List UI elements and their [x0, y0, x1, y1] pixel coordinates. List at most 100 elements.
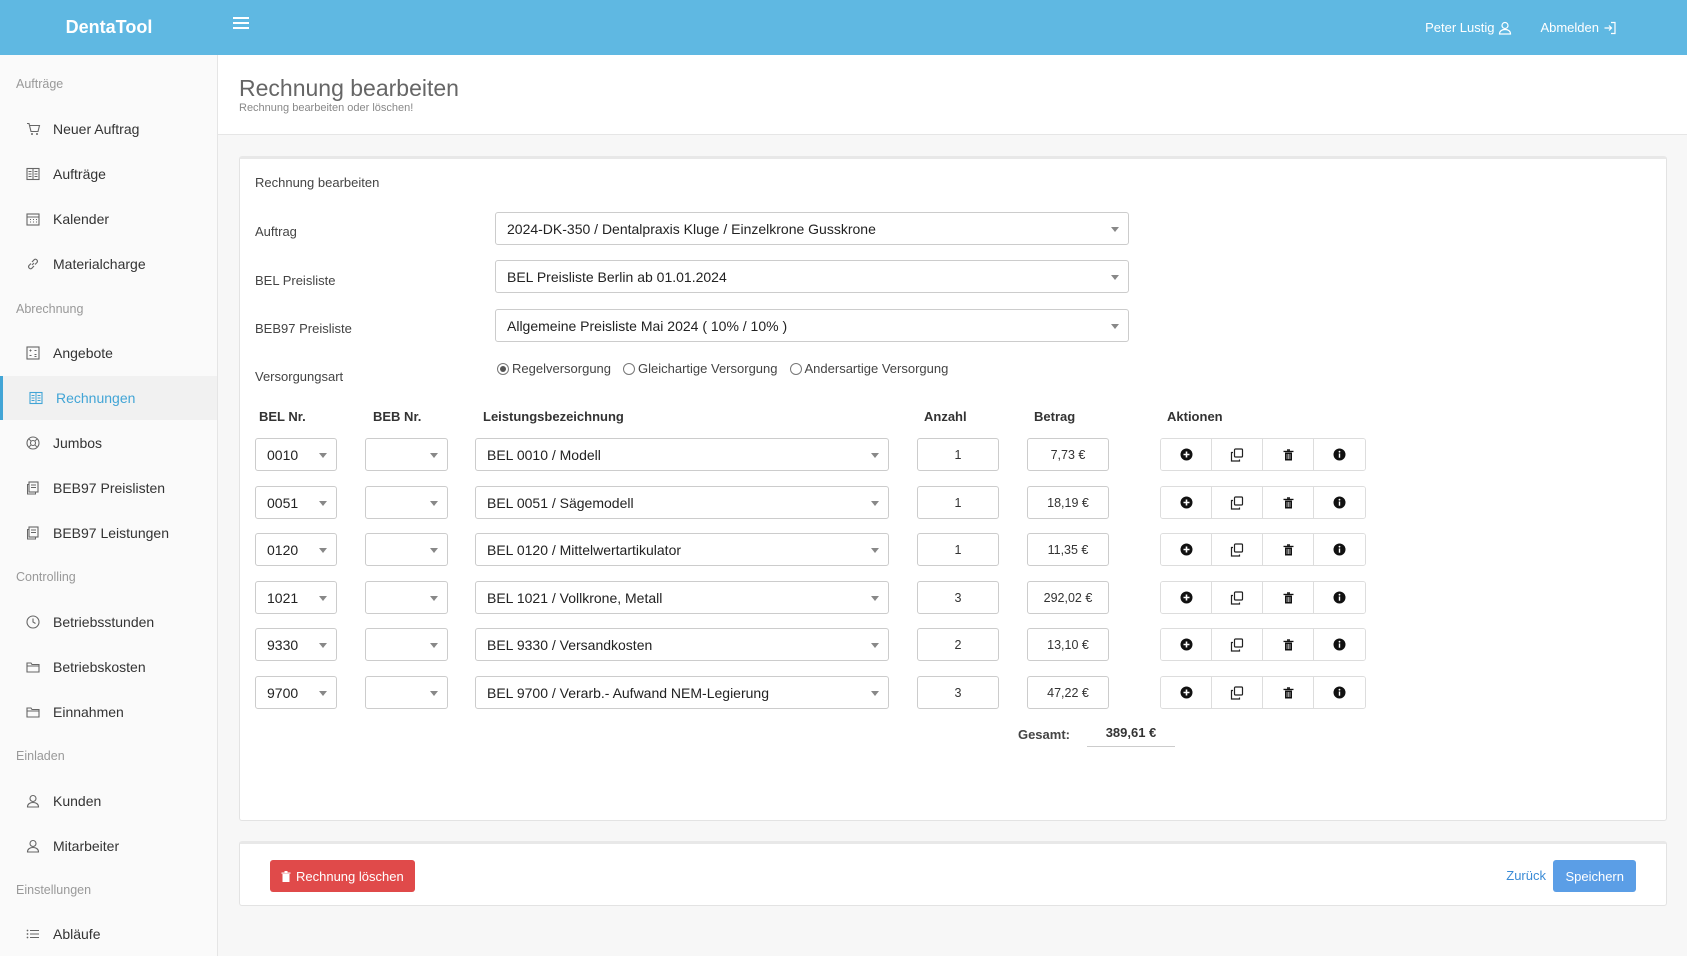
sidebar-item-jumbos[interactable]: Jumbos: [0, 421, 217, 465]
add-row-button[interactable]: [1161, 582, 1212, 613]
anzahl-input[interactable]: 1: [917, 533, 999, 566]
copy-row-button[interactable]: [1212, 487, 1263, 518]
sidebar-item-ablaeufe[interactable]: Abläufe: [0, 912, 217, 956]
info-icon: [1333, 543, 1346, 556]
bel-nr-value: 0120: [267, 541, 299, 558]
delete-row-button[interactable]: [1263, 629, 1314, 660]
chevron-down-icon: [1111, 275, 1119, 280]
bel-nr-select[interactable]: 0120: [255, 533, 337, 566]
copy-icon: [1230, 495, 1244, 510]
sidebar-item-label: Einnahmen: [53, 704, 124, 720]
delete-invoice-button[interactable]: Rechnung löschen: [270, 860, 415, 892]
copy-row-button[interactable]: [1212, 534, 1263, 565]
info-row-button[interactable]: [1314, 677, 1365, 708]
save-button[interactable]: Speichern: [1553, 860, 1636, 892]
anzahl-input[interactable]: 3: [917, 676, 999, 709]
beb-nr-select[interactable]: [365, 628, 448, 661]
bel-nr-select[interactable]: 0010: [255, 438, 337, 471]
leistung-select[interactable]: BEL 0120 / Mittelwertartikulator: [475, 533, 889, 566]
sidebar-item-betriebskosten[interactable]: Betriebskosten: [0, 645, 217, 689]
betrag-input[interactable]: 7,73 €: [1027, 438, 1109, 471]
sidebar-item-einnahmen[interactable]: Einnahmen: [0, 690, 217, 734]
copy-row-button[interactable]: [1212, 677, 1263, 708]
sidebar-item-neuer-auftrag[interactable]: Neuer Auftrag: [0, 107, 217, 151]
radio-regelversorgung[interactable]: Regelversorgung: [497, 361, 611, 376]
sidebar-item-beb97-preislisten[interactable]: BEB97 Preislisten: [0, 466, 217, 510]
menu-toggle-icon[interactable]: [233, 17, 249, 31]
betrag-input[interactable]: 11,35 €: [1027, 533, 1109, 566]
sidebar-item-kunden[interactable]: Kunden: [0, 779, 217, 823]
sidebar-item-label: Neuer Auftrag: [53, 121, 140, 137]
leistung-select[interactable]: BEL 9700 / Verarb.- Aufwand NEM-Legierun…: [475, 676, 889, 709]
sidebar-item-kalender[interactable]: Kalender: [0, 197, 217, 241]
info-row-button[interactable]: [1314, 534, 1365, 565]
delete-row-button[interactable]: [1263, 582, 1314, 613]
sidebar-item-materialcharge[interactable]: Materialcharge: [0, 242, 217, 286]
calculator-icon: [24, 344, 42, 362]
info-row-button[interactable]: [1314, 582, 1365, 613]
copy-row-button[interactable]: [1212, 629, 1263, 660]
add-row-button[interactable]: [1161, 534, 1212, 565]
total-value: 389,61 €: [1087, 719, 1175, 747]
bel-nr-value: 9330: [267, 636, 299, 653]
bel-nr-select[interactable]: 9330: [255, 628, 337, 661]
copy-row-button[interactable]: [1212, 582, 1263, 613]
top-navbar: DentaTool Peter Lustig Abmelden: [0, 0, 1687, 55]
leistung-select[interactable]: BEL 9330 / Versandkosten: [475, 628, 889, 661]
delete-row-button[interactable]: [1263, 487, 1314, 518]
beb-nr-select[interactable]: [365, 581, 448, 614]
leistung-select[interactable]: BEL 0051 / Sägemodell: [475, 486, 889, 519]
bel-nr-select[interactable]: 0051: [255, 486, 337, 519]
back-link[interactable]: Zurück: [1506, 860, 1546, 892]
bel-nr-select[interactable]: 1021: [255, 581, 337, 614]
sidebar-item-label: Kunden: [53, 793, 102, 809]
leistung-select[interactable]: BEL 1021 / Vollkrone, Metall: [475, 581, 889, 614]
info-row-button[interactable]: [1314, 487, 1365, 518]
beb-nr-select[interactable]: [365, 486, 448, 519]
anzahl-input[interactable]: 1: [917, 438, 999, 471]
list-icon: [24, 165, 42, 183]
plus-circle-icon: [1180, 686, 1193, 699]
radio-label: Andersartige Versorgung: [804, 361, 949, 376]
bel-preisliste-select[interactable]: BEL Preisliste Berlin ab 01.01.2024: [495, 260, 1129, 293]
radio-andersartige-versorgung[interactable]: Andersartige Versorgung: [789, 361, 949, 376]
info-row-button[interactable]: [1314, 629, 1365, 660]
beb97-preisliste-select[interactable]: Allgemeine Preisliste Mai 2024 ( 10% / 1…: [495, 309, 1129, 342]
betrag-input[interactable]: 18,19 €: [1027, 486, 1109, 519]
auftrag-label: Auftrag: [255, 224, 297, 239]
betrag-input[interactable]: 47,22 €: [1027, 676, 1109, 709]
delete-row-button[interactable]: [1263, 534, 1314, 565]
chevron-down-icon: [871, 453, 879, 458]
user-menu[interactable]: Peter Lustig: [1425, 20, 1512, 35]
anzahl-input[interactable]: 1: [917, 486, 999, 519]
beb-nr-select[interactable]: [365, 676, 448, 709]
beb-nr-select[interactable]: [365, 438, 448, 471]
app-logo[interactable]: DentaTool: [0, 0, 218, 55]
betrag-input[interactable]: 292,02 €: [1027, 581, 1109, 614]
copy-row-button[interactable]: [1212, 439, 1263, 470]
add-row-button[interactable]: [1161, 677, 1212, 708]
bel-nr-select[interactable]: 9700: [255, 676, 337, 709]
radio-gleichartige-versorgung[interactable]: Gleichartige Versorgung: [623, 361, 778, 376]
leistung-select[interactable]: BEL 0010 / Modell: [475, 438, 889, 471]
sidebar-item-mitarbeiter[interactable]: Mitarbeiter: [0, 824, 217, 868]
logout-link[interactable]: Abmelden: [1540, 20, 1617, 35]
sidebar-item-angebote[interactable]: Angebote: [0, 331, 217, 375]
info-row-button[interactable]: [1314, 439, 1365, 470]
anzahl-input[interactable]: 2: [917, 628, 999, 661]
beb-nr-select[interactable]: [365, 533, 448, 566]
sidebar-item-beb97-leistungen[interactable]: BEB97 Leistungen: [0, 511, 217, 555]
add-row-button[interactable]: [1161, 487, 1212, 518]
sidebar-item-betriebsstunden[interactable]: Betriebsstunden: [0, 600, 217, 644]
delete-row-button[interactable]: [1263, 439, 1314, 470]
add-row-button[interactable]: [1161, 629, 1212, 660]
sidebar-item-auftraege[interactable]: Aufträge: [0, 152, 217, 196]
delete-row-button[interactable]: [1263, 677, 1314, 708]
betrag-input[interactable]: 13,10 €: [1027, 628, 1109, 661]
auftrag-select[interactable]: 2024-DK-350 / Dentalpraxis Kluge / Einze…: [495, 212, 1129, 245]
anzahl-input[interactable]: 3: [917, 581, 999, 614]
sidebar-item-rechnungen[interactable]: Rechnungen: [0, 376, 217, 420]
cart-icon: [24, 120, 42, 138]
sidebar-section-einstellungen: Einstellungen: [16, 883, 92, 897]
add-row-button[interactable]: [1161, 439, 1212, 470]
